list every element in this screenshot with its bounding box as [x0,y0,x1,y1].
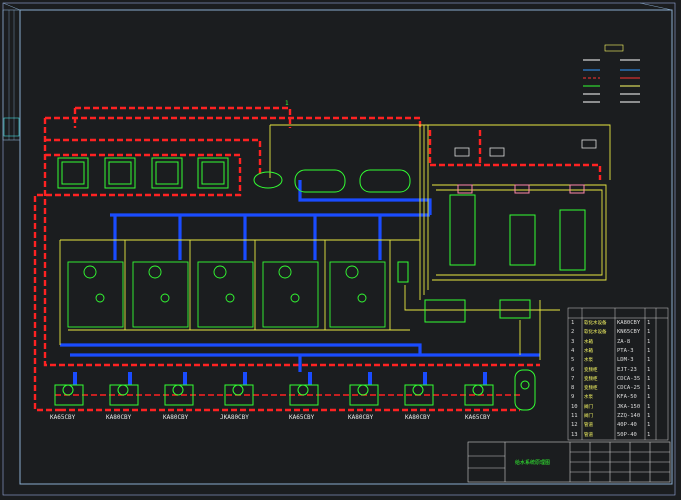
table-cell: ZZQ-140 [617,413,641,419]
table-cell: 软化水设备 [584,321,607,326]
title-block-grid [467,441,671,483]
table-cell: 1 [647,422,651,429]
cad-drawing-canvas[interactable]: KA65CBY KA80CBY KA80CBY JKA80CBY KA65CBY… [0,0,681,500]
table-cell: 4 [571,347,575,354]
table-cell: 1 [647,394,651,401]
table-cell: 水箱 [584,339,593,345]
pump-label-6: KA80CBY [348,414,374,421]
table-cell: 1 [647,357,651,364]
table-cell: 1 [647,366,651,373]
equipment-table-grid [567,307,669,441]
table-cell: 水泵 [584,395,593,401]
table-cell: CDCA-35 [617,375,641,382]
heat-exchanger-units [67,261,386,328]
table-cell: 5 [571,357,575,364]
table-cell: 11 [571,413,578,419]
table-cell: 1 [571,320,575,326]
table-cell: ZA-8 [617,338,631,345]
table-cell: 40P-40 [617,422,637,429]
pump-label-7: KA80CBY [405,414,431,421]
table-cell: 8 [571,385,575,392]
table-cell: 1 [647,403,651,410]
table-cell: KA80CBY [617,320,641,326]
title-block-name: 给水系统原理图 [515,460,551,466]
pump-label-8: KA65CBY [465,414,491,421]
table-cell: PTA-3 [617,347,634,354]
pump-label-3: KA80CBY [163,414,189,421]
legend-group [583,44,640,103]
table-cell: 变频柜 [584,386,598,392]
table-cell: 1 [647,385,651,392]
table-cell: JKA-150 [617,403,641,410]
table-cell: 管道 [584,423,593,429]
table-cell: 1 [647,347,651,354]
blue-supply-lines [60,180,540,372]
table-cell: 7 [571,375,575,382]
table-cell: CDCA-25 [617,385,641,392]
table-cell: LDM-3 [617,357,634,364]
table-cell: 水箱 [584,348,593,354]
pump-label-2: KA80CBY [106,414,132,421]
table-cell: 阀门 [584,414,593,419]
table-cell: EJT-23 [617,366,637,373]
table-cell: 3 [571,338,575,345]
table-cell: 1 [647,338,651,345]
corner-mark: 1 [285,100,289,107]
table-cell: KN65CBY [617,329,641,336]
table-cell: 1 [647,320,651,326]
table-cell: 水泵 [584,358,593,364]
table-cell: 阀门 [584,404,593,410]
table-cell: 50P-40 [617,431,637,438]
pump-label-4: JKA80CBY [220,414,249,421]
red-return-lines [33,106,602,412]
table-cell: 6 [571,366,575,373]
table-cell: 9 [571,394,575,401]
pump-units [54,369,536,411]
table-cell: 1 [647,375,651,382]
pump-label-5: KA65CBY [289,414,315,421]
table-cell: 13 [571,431,578,438]
pump-label-1: KA65CBY [50,414,76,421]
table-cell: 软化水设备 [584,330,607,336]
table-cell: 变频柜 [584,376,598,382]
schematic-svg [2,2,676,496]
yellow-control-lines [59,124,611,360]
table-cell: 变频柜 [584,367,598,373]
table-cell: 12 [571,422,578,429]
table-cell: 1 [647,329,651,336]
table-cell: 10 [571,403,578,410]
table-cell: 1 [647,431,651,438]
table-cell: KFA-50 [617,394,637,401]
table-cell: 2 [571,329,575,336]
softener-tanks [57,157,411,193]
table-cell: 1 [647,413,651,419]
table-cell: 管道 [584,432,593,438]
